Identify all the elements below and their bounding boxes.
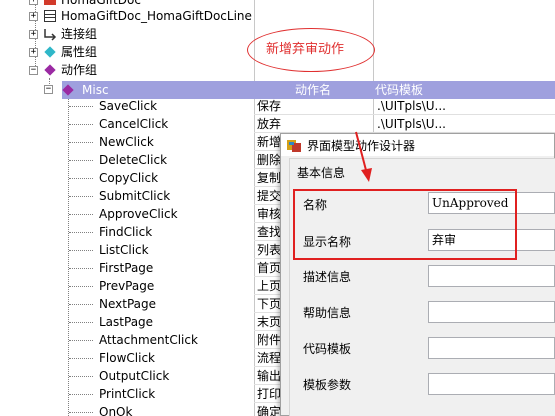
tree-guide-line (69, 358, 93, 359)
action-template-cell[interactable]: .\UITpls\U... (377, 115, 553, 133)
tree-guide-line (69, 286, 93, 287)
code-template-input[interactable] (428, 337, 555, 359)
action-item[interactable]: PrevPage (99, 277, 154, 295)
action-item[interactable]: CancelClick (99, 115, 168, 133)
action-item[interactable]: ListClick (99, 241, 149, 259)
tree-guide-line (69, 304, 93, 305)
action-item[interactable]: FindClick (99, 223, 152, 241)
action-item[interactable]: ApproveClick (99, 205, 178, 223)
description-label: 描述信息 (303, 270, 352, 284)
action-item[interactable]: FirstPage (99, 259, 153, 277)
action-item[interactable]: NewClick (99, 133, 154, 151)
action-item[interactable]: FlowClick (99, 349, 155, 367)
action-display-name-cell[interactable]: 保存 (257, 97, 371, 115)
tree-guide-line (69, 268, 93, 269)
tree-guide-line (69, 340, 93, 341)
help-label: 帮助信息 (303, 306, 352, 320)
tree-item-action-group[interactable]: − 动作组 (28, 61, 258, 79)
action-item[interactable]: OutputClick (99, 367, 169, 385)
tree-item-label: 连接组 (61, 27, 98, 41)
tree-item-attribute-group[interactable]: + 属性组 (28, 43, 258, 61)
collapse-icon[interactable]: − (44, 85, 53, 94)
tree-item-homagiftdoc-line[interactable]: + HomaGiftDoc_HomaGiftDocLine (28, 7, 258, 25)
tree-item-label: 属性组 (61, 45, 98, 59)
tree-item-label: 动作组 (61, 63, 98, 77)
tree-item-label: HomaGiftDoc_HomaGiftDocLine (61, 9, 252, 23)
tree-guide-line (69, 160, 93, 161)
tree-guide-line (69, 178, 93, 179)
highlight-box (293, 189, 517, 260)
help-input[interactable] (428, 301, 555, 323)
annotation-arrow-icon (355, 131, 372, 182)
expand-icon[interactable]: + (29, 12, 38, 21)
tree-guide-line (69, 124, 93, 125)
dialog-titlebar[interactable]: 界面模型动作设计器 (281, 134, 554, 156)
tree-guide-line (69, 412, 93, 413)
tree-guide-line (69, 232, 93, 233)
tree-guide-line (69, 106, 93, 107)
tree-guide-line (69, 214, 93, 215)
action-item[interactable]: NextPage (99, 295, 156, 313)
action-item[interactable]: OnOk (99, 403, 132, 416)
tree-guide-line (69, 196, 93, 197)
template-params-input[interactable] (428, 373, 555, 395)
table-icon (44, 10, 56, 22)
template-params-label: 模板参数 (303, 378, 352, 392)
tree-guide-line (69, 394, 93, 395)
tree-guide-line (69, 250, 93, 251)
tree-item-connection-group[interactable]: + 连接组 (28, 25, 258, 43)
action-template-cell[interactable]: .\UITpls\U... (377, 97, 553, 115)
tree-guide-line (68, 96, 69, 416)
action-item[interactable]: DeleteClick (99, 151, 167, 169)
action-item[interactable]: LastPage (99, 313, 153, 331)
collapse-icon[interactable]: − (29, 66, 38, 75)
action-item[interactable]: AttachmentClick (99, 331, 198, 349)
attribute-icon (44, 46, 56, 58)
action-item[interactable]: SubmitClick (99, 187, 170, 205)
code-template-label: 代码模板 (303, 342, 352, 356)
description-input[interactable] (428, 265, 555, 287)
expand-icon[interactable]: + (29, 0, 38, 5)
action-item[interactable]: SaveClick (99, 97, 157, 115)
action-item[interactable]: CopyClick (99, 169, 158, 187)
group-title: 基本信息 (297, 164, 346, 181)
action-item[interactable]: PrintClick (99, 385, 155, 403)
tree-guide-line (69, 142, 93, 143)
expand-icon[interactable]: + (29, 30, 38, 39)
tree-guide-line (69, 376, 93, 377)
annotation-text: 新增弃审动作 (266, 42, 345, 57)
expand-icon[interactable]: + (29, 48, 38, 57)
tree-guide-line (69, 322, 93, 323)
entity-icon (44, 0, 56, 5)
connection-icon (44, 29, 57, 41)
action-group-icon (44, 64, 56, 76)
app-icon (287, 140, 301, 152)
